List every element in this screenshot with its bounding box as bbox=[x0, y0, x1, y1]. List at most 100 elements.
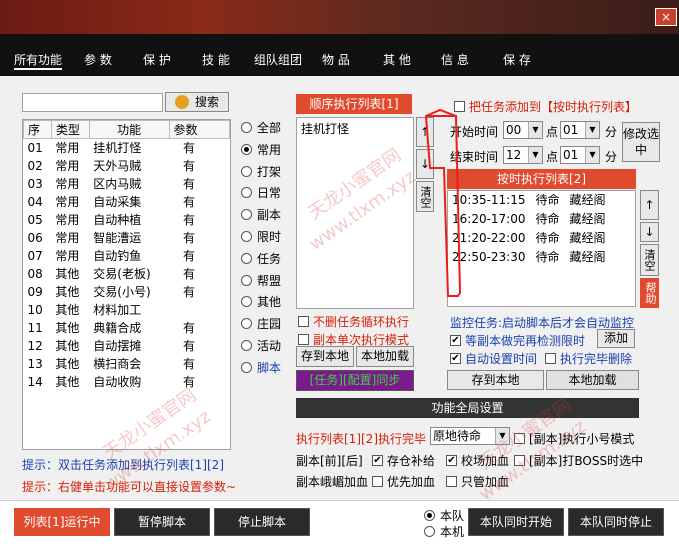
team-stop-button[interactable]: 本队同时停止 bbox=[568, 508, 664, 536]
category-radio[interactable]: 限时 bbox=[241, 228, 281, 245]
team-start-button[interactable]: 本队同时开始 bbox=[468, 508, 564, 536]
table-row[interactable]: 13 其他 横扫商会 有 bbox=[24, 355, 230, 373]
category-radio[interactable]: 任务 bbox=[241, 250, 281, 267]
radio-dot bbox=[241, 231, 252, 242]
exec-done-select[interactable]: 原地待命 ▼ bbox=[430, 427, 510, 445]
priority-blood-check[interactable]: 优先加血 bbox=[372, 473, 435, 490]
cell-index: 10 bbox=[27, 302, 43, 317]
search-button-label: 搜索 bbox=[194, 95, 219, 109]
exec-delete-check[interactable]: 执行完毕删除 bbox=[545, 350, 632, 367]
table-row[interactable]: 05 常用 自动种植 有 bbox=[24, 211, 230, 229]
cell-type: 常用 bbox=[55, 249, 80, 263]
timed-move-down-button[interactable]: ↓ bbox=[640, 222, 659, 242]
table-row[interactable]: 10 其他 材料加工 bbox=[24, 301, 230, 319]
seq-save-local-button[interactable]: 存到本地 bbox=[296, 346, 354, 367]
add-to-timed-check[interactable]: 把任务添加到【按时执行列表】 bbox=[454, 98, 637, 115]
start-min-select[interactable]: 01 ▼ bbox=[560, 121, 600, 139]
cell-index: 02 bbox=[27, 158, 43, 173]
tab-team[interactable]: 组队组团 bbox=[254, 50, 302, 70]
table-row[interactable]: 01 常用 挂机打怪 有 bbox=[24, 139, 230, 157]
category-radio[interactable]: 副本 bbox=[241, 206, 281, 223]
table-row[interactable]: 04 常用 自动采集 有 bbox=[24, 193, 230, 211]
category-radio[interactable]: 庄园 bbox=[241, 315, 281, 332]
column-header-function[interactable]: 功能 bbox=[88, 120, 170, 139]
tab-info[interactable]: 信 息 bbox=[441, 50, 469, 70]
help-button[interactable]: 帮助 bbox=[640, 278, 659, 308]
search-button[interactable]: 搜索 bbox=[165, 92, 229, 112]
category-radio[interactable]: 脚本 bbox=[241, 359, 281, 376]
end-hour-select[interactable]: 12 ▼ bbox=[503, 146, 543, 164]
min-label: 分 bbox=[605, 150, 618, 164]
cell-function: 自动钓鱼 bbox=[93, 249, 142, 263]
category-radio[interactable]: 全部 bbox=[241, 119, 281, 136]
pause-script-button[interactable]: 暂停脚本 bbox=[114, 508, 210, 536]
timed-item-task: 藏经阁 bbox=[569, 193, 606, 207]
warehouse-supply-check[interactable]: ✔ 存仓补给 bbox=[372, 452, 435, 469]
table-row[interactable]: 09 其他 交易(小号) 有 bbox=[24, 283, 230, 301]
wait-dungeon-check[interactable]: ✔ 等副本做完再检测限时 bbox=[450, 332, 585, 349]
category-radio[interactable]: 常用 bbox=[241, 141, 281, 158]
end-min-select[interactable]: 01 ▼ bbox=[560, 146, 600, 164]
cell-type: 常用 bbox=[55, 141, 80, 156]
table-row[interactable]: 06 常用 智能漕运 有 bbox=[24, 229, 230, 247]
cell-index: 14 bbox=[27, 374, 43, 389]
tab-params[interactable]: 参 数 bbox=[84, 50, 112, 70]
start-hour-select[interactable]: 00 ▼ bbox=[503, 121, 543, 139]
no-delete-loop-check[interactable]: 不删任务循环执行 bbox=[298, 313, 409, 330]
radio-dot bbox=[241, 252, 252, 264]
table-row[interactable]: 12 其他 自动摆摊 有 bbox=[24, 337, 230, 355]
table-row[interactable]: 07 常用 自动钓鱼 有 bbox=[24, 247, 230, 265]
timed-load-local-button[interactable]: 本地加载 bbox=[546, 370, 639, 390]
table-row[interactable]: 14 其他 自动收购 有 bbox=[24, 373, 230, 391]
category-label: 日常 bbox=[257, 186, 282, 201]
category-radio[interactable]: 活动 bbox=[241, 337, 281, 354]
seq-list-item[interactable]: 挂机打怪 bbox=[297, 118, 413, 139]
run-list-button[interactable]: 列表[1]运行中 bbox=[14, 508, 110, 536]
search-input[interactable] bbox=[22, 93, 163, 112]
tab-all-functions[interactable]: 所有功能 bbox=[14, 50, 63, 70]
table-row[interactable]: 02 常用 天外马贼 有 bbox=[24, 157, 230, 175]
timed-item-task: 藏经阁 bbox=[569, 212, 606, 226]
cell-function: 典籍合成 bbox=[93, 321, 142, 335]
column-header-index[interactable]: 序 bbox=[23, 120, 52, 139]
team-radio[interactable]: 本队 bbox=[424, 507, 464, 524]
timed-move-up-button[interactable]: ↑ bbox=[640, 190, 659, 220]
close-button[interactable]: × bbox=[655, 8, 677, 26]
small-mode-check[interactable]: [副本]执行小号模式 bbox=[514, 430, 634, 447]
machine-radio[interactable]: 本机 bbox=[424, 523, 464, 540]
cell-function: 材料加工 bbox=[93, 303, 142, 317]
tab-items[interactable]: 物 品 bbox=[322, 50, 350, 70]
radio-dot bbox=[241, 318, 252, 330]
category-radio[interactable]: 打架 bbox=[241, 163, 281, 180]
tab-other[interactable]: 其 他 bbox=[383, 50, 411, 70]
radio-dot bbox=[241, 122, 252, 133]
column-header-type[interactable]: 类型 bbox=[50, 120, 90, 139]
column-header-param[interactable]: 参数 bbox=[168, 120, 230, 139]
table-row[interactable]: 08 其他 交易(老板) 有 bbox=[24, 265, 230, 283]
school-refill-check[interactable]: ✔ 校场加血 bbox=[446, 452, 509, 469]
category-radio[interactable]: 其他 bbox=[241, 293, 281, 310]
table-row[interactable]: 03 常用 区内马贼 有 bbox=[24, 175, 230, 193]
timed-save-local-button[interactable]: 存到本地 bbox=[447, 370, 544, 390]
function-list[interactable]: 序 类型 功能 参数 01 常用 挂机打怪有 02 常用 天外马贼有 03 常用 区内马贼有 04… bbox=[22, 119, 231, 450]
tab-save[interactable]: 保 存 bbox=[503, 50, 531, 70]
tab-skills[interactable]: 技 能 bbox=[202, 50, 230, 70]
category-radio[interactable]: 日常 bbox=[241, 184, 281, 201]
cell-function: 区内马贼 bbox=[93, 177, 142, 191]
boss-select-check[interactable]: [副本]打BOSS时选中 bbox=[514, 452, 643, 469]
dot-label: 点 bbox=[546, 125, 559, 139]
sync-button[interactable]: [任务][配置]同步 bbox=[296, 370, 414, 391]
add-button[interactable]: 添加 bbox=[597, 329, 635, 348]
seq-list[interactable]: 挂机打怪 bbox=[296, 117, 414, 309]
radio-dot bbox=[241, 187, 252, 199]
cell-type: 其他 bbox=[55, 357, 80, 371]
stop-script-button[interactable]: 停止脚本 bbox=[214, 508, 310, 536]
only-blood-check[interactable]: 只管加血 bbox=[446, 473, 509, 490]
category-radio[interactable]: 帮盟 bbox=[241, 272, 281, 289]
edit-selected-button[interactable]: 修改选中 bbox=[622, 122, 660, 162]
auto-time-check[interactable]: ✔ 自动设置时间 bbox=[450, 350, 537, 367]
tab-protect[interactable]: 保 护 bbox=[143, 50, 171, 70]
seq-load-local-button[interactable]: 本地加载 bbox=[356, 346, 414, 367]
table-row[interactable]: 11 其他 典籍合成 有 bbox=[24, 319, 230, 337]
timed-clear-button[interactable]: 清空 bbox=[640, 244, 659, 276]
